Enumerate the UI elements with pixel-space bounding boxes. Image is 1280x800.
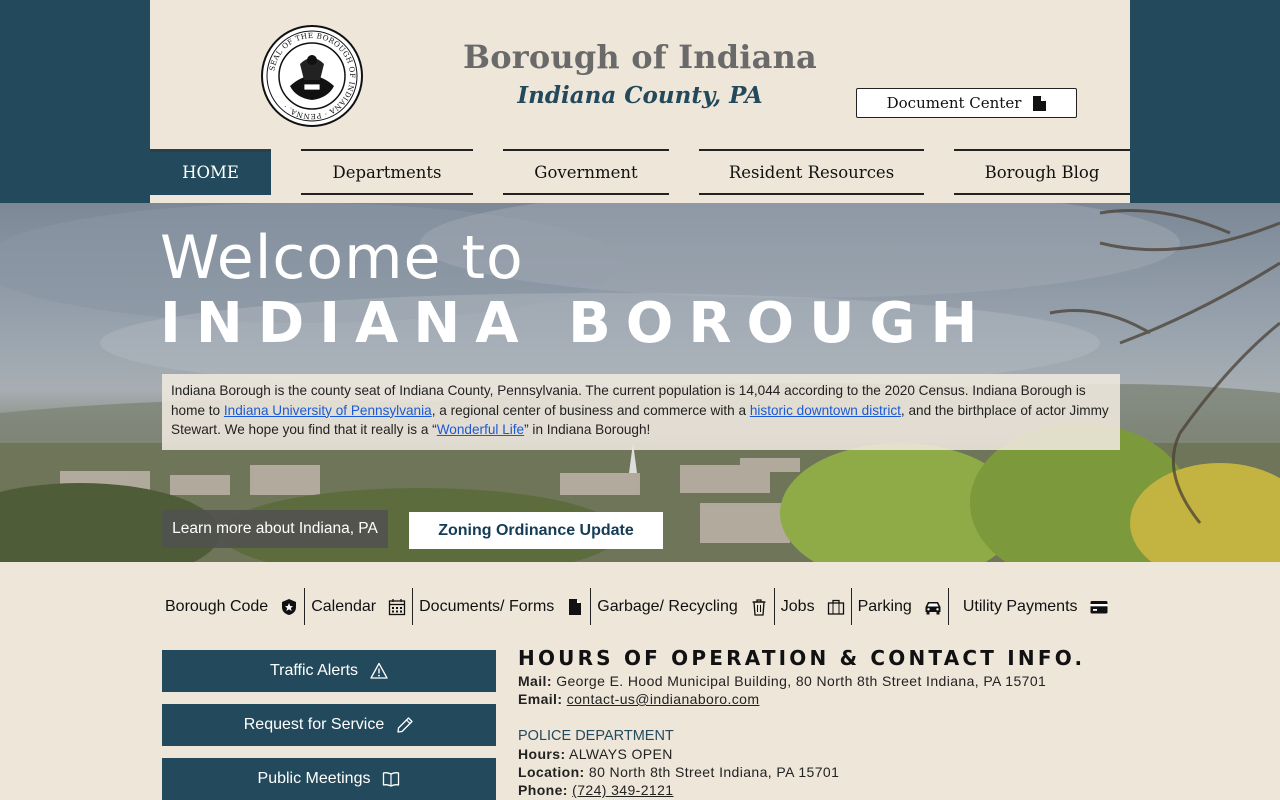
nav-borough-blog[interactable]: Borough Blog <box>954 149 1130 195</box>
quick-link-utility-payments[interactable]: Utility Payments <box>949 588 1114 625</box>
hero-title: INDIANA BOROUGH <box>160 291 993 356</box>
phone-link[interactable]: (724) 349-2121 <box>572 782 673 798</box>
mail-line: Mail: George E. Hood Municipal Building,… <box>518 672 1138 690</box>
hours-line: Hours: ALWAYS OPEN <box>518 745 1138 763</box>
quick-link-label: Garbage/ Recycling <box>597 597 738 615</box>
nav-home[interactable]: HOME <box>150 149 271 195</box>
hero-welcome: Welcome to <box>160 223 524 293</box>
document-center-button[interactable]: Document Center <box>856 88 1077 118</box>
nav-home-label: HOME <box>182 163 239 182</box>
document-icon <box>569 598 582 615</box>
trash-icon <box>752 598 766 616</box>
traffic-alerts-label: Traffic Alerts <box>269 662 359 679</box>
nav-government[interactable]: Government <box>503 149 669 195</box>
hours-label: Hours: <box>518 746 566 762</box>
mail-value: George E. Hood Municipal Building, 80 No… <box>556 673 1047 689</box>
hero-desc-text-4: ” in Indiana Borough! <box>524 422 651 437</box>
quick-links-bar: Borough Code Calendar Documents/ Forms G… <box>162 588 1114 625</box>
briefcase-icon <box>827 599 844 615</box>
site-title: Borough of Indiana <box>463 38 817 76</box>
hours-value: ALWAYS OPEN <box>569 746 673 762</box>
iup-link[interactable]: Indiana University of Pennsylvania <box>224 403 432 418</box>
quick-link-parking[interactable]: Parking <box>852 588 949 625</box>
police-department-heading: POLICE DEPARTMENT <box>518 728 674 744</box>
mail-label: Mail: <box>518 673 552 689</box>
quick-link-documents-forms[interactable]: Documents/ Forms <box>413 588 592 625</box>
quick-link-borough-code[interactable]: Borough Code <box>162 588 306 625</box>
warning-icon <box>370 662 388 679</box>
pencil-icon <box>397 717 413 733</box>
quick-link-label: Jobs <box>780 597 815 615</box>
shield-icon <box>282 598 297 615</box>
quick-link-label: Borough Code <box>165 597 269 615</box>
document-icon <box>1033 95 1047 111</box>
email-line: Email: contact-us@indianaboro.com <box>518 690 1138 708</box>
quick-link-jobs[interactable]: Jobs <box>775 588 852 625</box>
email-label: Email: <box>518 691 563 707</box>
request-for-service-label: Request for Service <box>243 716 385 733</box>
phone-line: Phone: (724) 349-2121 <box>518 781 1138 799</box>
historic-downtown-link[interactable]: historic downtown district <box>750 403 901 418</box>
phone-label: Phone: <box>518 782 568 798</box>
document-center-label: Document Center <box>886 94 1022 112</box>
hero-banner: Welcome to INDIANA BOROUGH Indiana Borou… <box>0 203 1280 562</box>
location-label: Location: <box>518 764 585 780</box>
book-icon <box>383 772 400 787</box>
quick-link-garbage-recycling[interactable]: Garbage/ Recycling <box>591 588 775 625</box>
nav-resident-resources[interactable]: Resident Resources <box>699 149 924 195</box>
quick-link-label: Utility Payments <box>962 597 1078 615</box>
nav-departments[interactable]: Departments <box>301 149 473 195</box>
traffic-alerts-button[interactable]: Traffic Alerts <box>162 650 496 692</box>
site-subtitle: Indiana County, PA <box>517 82 763 109</box>
nav-borough-blog-label: Borough Blog <box>984 162 1100 182</box>
request-for-service-button[interactable]: Request for Service <box>162 704 496 746</box>
location-value: 80 North 8th Street Indiana, PA 15701 <box>588 764 840 780</box>
nav-resident-resources-label: Resident Resources <box>728 162 895 182</box>
borough-seal-logo[interactable]: SEAL OF THE BOROUGH OF INDIANA · PENNA. … <box>260 24 364 128</box>
wonderful-life-link[interactable]: Wonderful Life <box>437 422 524 437</box>
email-link[interactable]: contact-us@indianaboro.com <box>567 691 760 707</box>
quick-link-label: Calendar <box>311 597 377 615</box>
contact-heading: HOURS OF OPERATION & CONTACT INFO. <box>518 646 1086 670</box>
quick-link-calendar[interactable]: Calendar <box>305 588 414 625</box>
nav-government-label: Government <box>534 162 638 182</box>
location-line: Location: 80 North 8th Street Indiana, P… <box>518 763 1138 781</box>
nav-departments-label: Departments <box>332 162 442 182</box>
quick-link-label: Documents/ Forms <box>419 597 555 615</box>
zoning-ordinance-label: Zoning Ordinance Update <box>438 521 634 539</box>
public-meetings-button[interactable]: Public Meetings <box>162 758 496 800</box>
zoning-ordinance-button[interactable]: Zoning Ordinance Update <box>409 512 663 549</box>
contact-info-section: HOURS OF OPERATION & CONTACT INFO. Mail:… <box>518 646 1138 799</box>
learn-more-label: Learn more about Indiana, PA <box>172 520 378 537</box>
calendar-icon <box>388 598 406 615</box>
credit-card-icon <box>1090 600 1108 613</box>
learn-more-button[interactable]: Learn more about Indiana, PA <box>162 510 388 548</box>
public-meetings-label: Public Meetings <box>257 770 371 787</box>
hero-desc-text-2: , a regional center of business and comm… <box>431 402 750 418</box>
quick-link-label: Parking <box>857 597 912 615</box>
car-icon <box>925 601 941 614</box>
hero-description: Indiana Borough is the county seat of In… <box>162 374 1120 450</box>
